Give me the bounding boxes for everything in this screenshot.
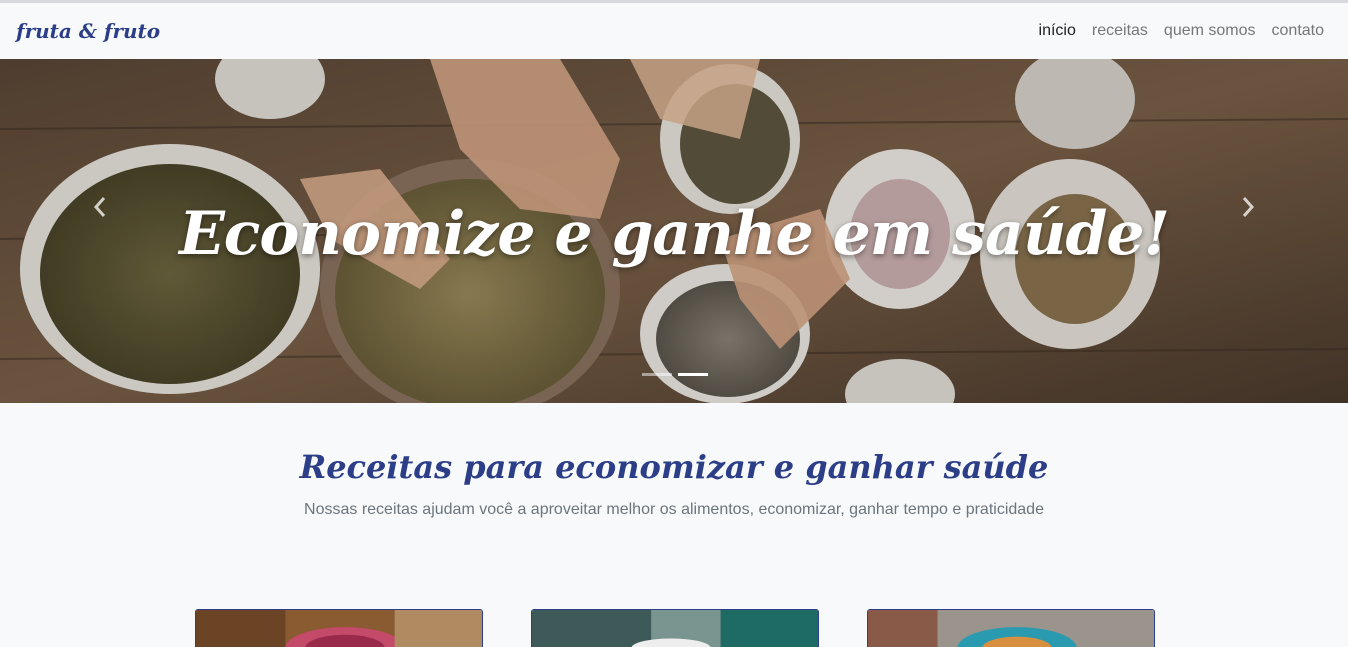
recipe-card-image xyxy=(868,610,1154,647)
hero-title: Economize e ganhe em saúde! xyxy=(179,199,1170,269)
recipes-section-title: Receitas para economizar e ganhar saúde xyxy=(299,448,1049,486)
recipe-card-image xyxy=(196,610,482,647)
brand-logo[interactable]: fruta & fruto xyxy=(16,19,160,43)
recipes-section-subtitle: Nossas receitas ajudam você a aproveitar… xyxy=(304,501,1044,518)
nav-link-receitas[interactable]: receitas xyxy=(1084,22,1156,40)
nav-link-contato[interactable]: contato xyxy=(1264,22,1332,40)
recipe-card-1[interactable] xyxy=(195,609,483,647)
carousel-indicators xyxy=(642,373,708,376)
recipe-card-image xyxy=(532,610,818,647)
recipe-card-2[interactable] xyxy=(531,609,819,647)
carousel-indicator-2[interactable] xyxy=(678,373,708,376)
carousel-indicator-1[interactable] xyxy=(642,373,672,376)
navbar: fruta & fruto início receitas quem somos… xyxy=(0,3,1348,59)
nav-link-quem-somos[interactable]: quem somos xyxy=(1156,22,1264,40)
nav-link-inicio[interactable]: início xyxy=(1031,22,1084,40)
nav-links: início receitas quem somos contato xyxy=(1031,22,1332,40)
recipe-card-3[interactable] xyxy=(867,609,1155,647)
hero-carousel: Economize e ganhe em saúde! xyxy=(0,59,1348,403)
